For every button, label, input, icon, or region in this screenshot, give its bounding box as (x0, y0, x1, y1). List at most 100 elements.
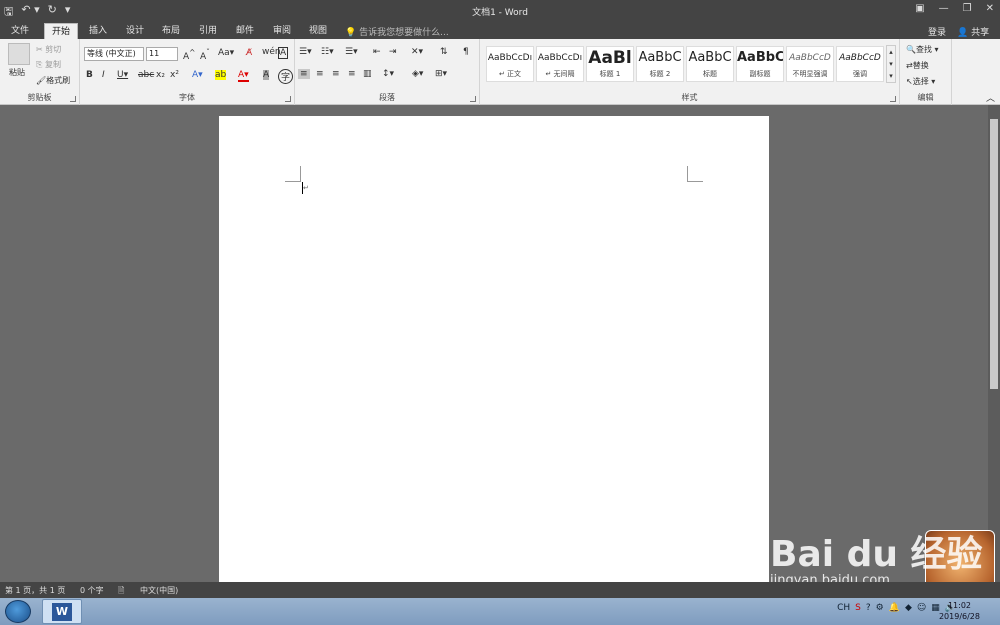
styles-scroll-icon[interactable]: ▴ ▾ ▾ (886, 45, 896, 83)
strikethrough-icon[interactable]: abc (138, 70, 154, 80)
language-indicator[interactable]: 中文(中国) (140, 585, 178, 596)
text-effects-icon[interactable]: A▾ (192, 70, 203, 80)
show-marks-icon[interactable]: ¶ (463, 47, 469, 57)
chinese-layout-icon[interactable]: ✕▾ (411, 47, 423, 57)
replace-button[interactable]: ⇄替换 (906, 60, 929, 71)
highlight-icon[interactable]: ab (215, 70, 227, 80)
tab-insert[interactable]: 插入 (82, 23, 114, 39)
watermark-brand: Bai du 经验 (770, 534, 983, 575)
proofing-icon[interactable]: 🗎 (118, 585, 124, 599)
subscript-icon[interactable]: x₂ (156, 70, 165, 80)
font-name-box[interactable]: 等线 (中文正) (84, 47, 144, 61)
style-subtitle[interactable]: AaBbC 副标题 (736, 46, 784, 82)
cut-button[interactable]: ✂ 剪切 (36, 44, 61, 55)
tab-layout[interactable]: 布局 (155, 23, 187, 39)
italic-icon[interactable]: I (102, 70, 105, 80)
tell-me-box[interactable]: 💡 告诉我您想要做什么... (345, 25, 449, 38)
tab-review[interactable]: 审阅 (266, 23, 298, 39)
word-count[interactable]: 0 个字 (80, 585, 104, 596)
copy-button[interactable]: ⎘ 复制 (36, 59, 61, 70)
increase-indent-icon[interactable]: ⇥ (389, 47, 397, 57)
format-painter-button[interactable]: 🖌格式刷 (36, 75, 70, 86)
clipboard-launcher-icon[interactable] (70, 96, 76, 102)
font-launcher-icon[interactable] (285, 96, 291, 102)
decrease-indent-icon[interactable]: ⇤ (373, 47, 381, 57)
bullets-icon[interactable]: ☰▾ (299, 47, 312, 57)
justify-icon[interactable]: ≡ (348, 69, 356, 79)
align-center-icon[interactable]: ≡ (316, 69, 324, 79)
tab-view[interactable]: 视图 (302, 23, 334, 39)
document-page[interactable]: ↵ (219, 116, 769, 582)
font-size-box[interactable]: 11 (146, 47, 178, 61)
help-icon[interactable]: ? (866, 603, 871, 613)
enclose-char-icon[interactable]: 字 (278, 69, 294, 84)
distributed-icon[interactable]: ▥ (363, 69, 372, 79)
bell-icon[interactable]: 🔔 (889, 603, 900, 613)
app-icon[interactable]: ◆ (905, 603, 912, 613)
paragraph-mark: ↵ (303, 184, 309, 192)
ribbon-display-options-icon[interactable]: ▣ (915, 3, 924, 14)
share-button[interactable]: 👤 共享 (957, 25, 989, 38)
align-left-icon[interactable]: ≡ (298, 69, 310, 79)
settings-icon[interactable]: ⚙ (876, 603, 884, 613)
paragraph-launcher-icon[interactable] (470, 96, 476, 102)
change-case-icon[interactable]: Aa▾ (218, 48, 234, 58)
clock[interactable]: 11:02 2019/6/28 (939, 600, 980, 622)
select-label: 选择 (912, 77, 929, 86)
grow-font-icon[interactable]: A^ (183, 48, 195, 62)
minimize-button[interactable]: — (939, 3, 949, 14)
style-heading-1[interactable]: AaBl 标题 1 (586, 46, 634, 82)
sign-in-link[interactable]: 登录 (928, 25, 946, 38)
shrink-font-icon[interactable]: Aˇ (200, 48, 210, 62)
paste-icon[interactable] (8, 43, 30, 65)
share-label: 共享 (971, 28, 990, 38)
font-color-icon[interactable]: A▾ (238, 70, 249, 82)
start-button[interactable] (5, 600, 31, 623)
style-heading-2[interactable]: AaBbC 标题 2 (636, 46, 684, 82)
close-button[interactable]: ✕ (986, 3, 994, 14)
style-no-spacing[interactable]: AaBbCcDı ↵ 无间隔 (536, 46, 584, 82)
find-button[interactable]: 🔍查找 ▾ (906, 44, 939, 55)
borders-icon[interactable]: ⊞▾ (435, 69, 447, 79)
ime-indicator[interactable]: CH (837, 603, 850, 613)
tab-references[interactable]: 引用 (192, 23, 224, 39)
shading-icon[interactable]: ◈▾ (412, 69, 423, 79)
style-preview: AaBbC (737, 50, 783, 65)
ribbon: 粘贴 ✂ 剪切 ⎘ 复制 🖌格式刷 剪贴板 等线 (中文正) 11 A^ Aˇ … (0, 39, 1000, 105)
page-count[interactable]: 第 1 页，共 1 页 (5, 585, 65, 596)
qq-icon[interactable]: ☺ (917, 603, 926, 613)
style-title[interactable]: AaBbC 标题 (686, 46, 734, 82)
tab-home[interactable]: 开始 (44, 23, 78, 39)
sogou-icon[interactable]: S (855, 603, 861, 613)
scissors-icon: ✂ (36, 45, 46, 54)
underline-icon[interactable]: U▾ (117, 70, 128, 80)
style-emphasis[interactable]: AaBbCcD 强调 (836, 46, 884, 82)
style-normal[interactable]: AaBbCcDı ↵ 正文 (486, 46, 534, 82)
word-taskbar-button[interactable]: W (42, 599, 82, 624)
restore-button[interactable]: ❐ (963, 3, 972, 14)
tab-mailings[interactable]: 邮件 (229, 23, 261, 39)
clear-format-icon[interactable]: A̸ (246, 48, 252, 58)
paste-button[interactable]: 粘贴 (9, 67, 25, 78)
numbering-icon[interactable]: ☷▾ (321, 47, 334, 57)
superscript-icon[interactable]: x² (170, 70, 179, 80)
style-preview: AaBbC (638, 50, 682, 65)
tab-design[interactable]: 设计 (119, 23, 151, 39)
char-border-icon[interactable]: A (278, 47, 289, 59)
scrollbar-thumb[interactable] (990, 119, 998, 389)
vertical-scrollbar[interactable] (988, 105, 1000, 582)
style-subtle-emphasis[interactable]: AaBbCcD 不明显强调 (786, 46, 834, 82)
tab-file[interactable]: 文件 (4, 23, 36, 39)
multilevel-list-icon[interactable]: ☰▾ (345, 47, 358, 57)
cut-label: 剪切 (45, 45, 62, 54)
select-button[interactable]: ↖选择 ▾ (906, 76, 935, 87)
char-shading-icon[interactable]: A (263, 70, 270, 80)
align-right-icon[interactable]: ≡ (332, 69, 340, 79)
styles-launcher-icon[interactable] (890, 96, 896, 102)
tell-me-text: 告诉我您想要做什么... (359, 28, 449, 38)
bold-icon[interactable]: B (86, 70, 93, 80)
sort-icon[interactable]: ⇅ (440, 47, 448, 57)
copy-label: 复制 (44, 60, 61, 69)
line-spacing-icon[interactable]: ↕▾ (382, 69, 394, 79)
collapse-ribbon-icon[interactable]: ︿ (986, 91, 995, 104)
